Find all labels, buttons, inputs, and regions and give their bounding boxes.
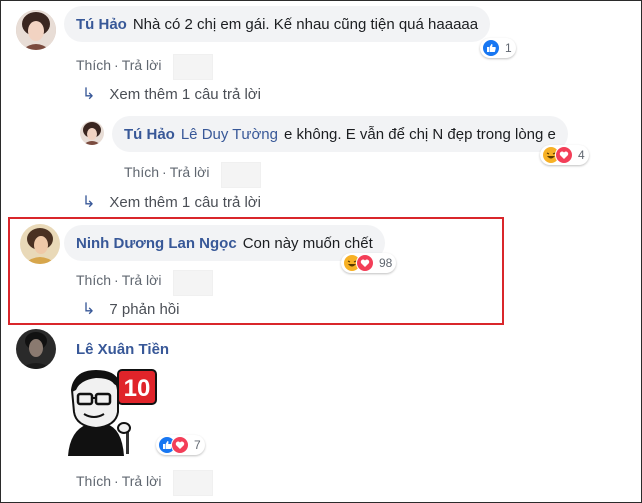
love-icon [356,254,374,272]
reaction-count: 98 [379,256,393,270]
reaction-summary[interactable]: 4 [540,145,589,165]
avatar-le-xuan-tien[interactable] [16,329,56,369]
replies-count-label: 7 phản hồi [109,300,180,318]
reply-bubble: Tú Hảo Lê Duy Tường e không. E vẫn để ch… [112,116,568,152]
reaction-count: 4 [578,148,585,162]
avatar-tu-hao-reply[interactable] [80,121,104,145]
view-more-replies[interactable]: ↳ Xem thêm 1 câu trả lời [82,192,261,212]
like-link[interactable]: Thích [76,473,111,489]
comment-bubble: Ninh Dương Lan Ngọc Con này muốn chết [64,225,385,261]
reaction-summary[interactable]: 7 [156,435,205,455]
comment-bubble: Tú Hảo Nhà có 2 chị em gái. Kế nhau cũng… [64,6,491,42]
view-more-label: Xem thêm 1 câu trả lời [109,193,261,211]
comment-author[interactable]: Ninh Dương Lan Ngọc [76,235,237,252]
separator-dot: · [162,164,167,180]
like-link[interactable]: Thích [76,57,111,73]
sticker-image: 10 [66,368,158,456]
reply-link[interactable]: Trả lời [122,272,162,288]
comment-actions: Thích · Trả lời [76,50,214,80]
score-sign-text: 10 [124,375,151,402]
like-link[interactable]: Thích [76,272,111,288]
timestamp-redacted [173,470,214,496]
tagged-user[interactable]: Lê Duy Tường [181,126,278,143]
separator-dot: · [114,272,119,288]
reaction-summary[interactable]: 98 [341,253,397,273]
comment-actions: Thích · Trả lời [76,264,214,296]
comment-author[interactable]: Lê Xuân Tiền [76,341,169,358]
avatar-tu-hao[interactable] [16,10,56,50]
reply-link[interactable]: Trả lời [122,473,162,489]
like-icon [482,39,500,57]
comment-text: Nhà có 2 chị em gái. Kế nhau cũng tiện q… [132,15,479,33]
comment-text: Con này muốn chết [242,234,373,252]
separator-dot: · [114,57,119,73]
timestamp-redacted [221,162,262,188]
reply-link[interactable]: Trả lời [170,164,210,180]
reaction-count: 7 [194,438,201,452]
timestamp-redacted [173,270,214,296]
timestamp-redacted [173,54,214,80]
reply-author[interactable]: Tú Hảo [124,126,175,143]
separator-dot: · [114,473,119,489]
love-icon [555,146,573,164]
comment-author[interactable]: Tú Hảo [76,16,127,33]
reply-arrow-icon: ↳ [82,194,96,211]
reaction-summary[interactable]: 1 [480,38,516,58]
view-more-replies[interactable]: ↳ Xem thêm 1 câu trả lời [82,84,261,104]
avatar-ninh-duong-lan-ngoc[interactable] [20,224,60,264]
comment-actions: Thích · Trả lời [76,466,214,496]
reply-text: e không. E vẫn để chị N đẹp trong lòng e [284,125,556,143]
reply-actions: Thích · Trả lời [124,156,262,188]
reply-arrow-icon: ↳ [82,86,96,103]
reply-link[interactable]: Trả lời [122,57,162,73]
love-icon [171,436,189,454]
reply-arrow-icon: ↳ [82,301,96,318]
reaction-count: 1 [505,41,512,55]
like-link[interactable]: Thích [124,164,159,180]
view-more-label: Xem thêm 1 câu trả lời [109,85,261,103]
view-replies[interactable]: ↳ 7 phản hồi [82,299,179,319]
